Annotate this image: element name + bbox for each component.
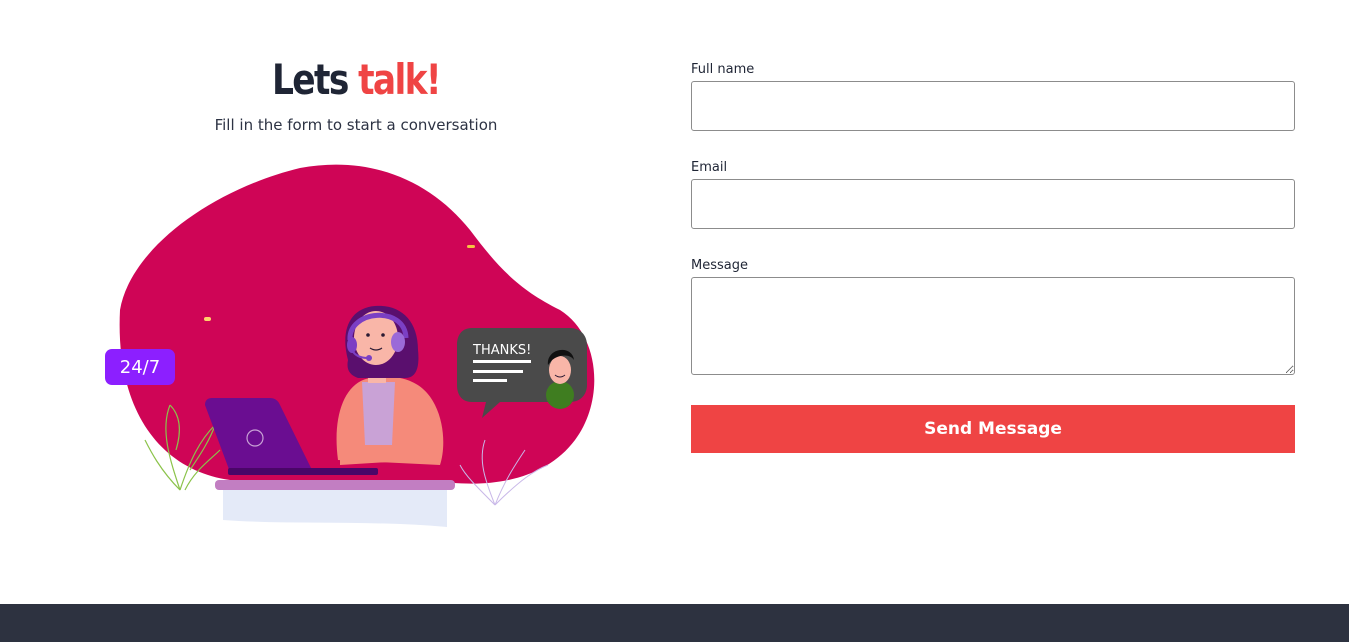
thanks-bubble-text: THANKS! (472, 343, 531, 358)
footer-bar (0, 604, 1349, 642)
agent-eye-left (366, 333, 370, 337)
desk-top (215, 480, 455, 490)
page-subtitle: Fill in the form to start a conversation (214, 116, 498, 134)
page-title: Lets talk! (64, 54, 648, 106)
agent-eye-right (381, 333, 385, 337)
laptop-base (228, 468, 378, 475)
message-label: Message (691, 258, 748, 273)
desk-front (223, 490, 447, 527)
customer-avatar-shoulders (546, 381, 574, 409)
message-textarea[interactable] (691, 277, 1295, 375)
decor-dot-orange (204, 317, 211, 321)
support-agent-illustration: 24/7 THANKS! (105, 164, 595, 527)
email-label: Email (691, 160, 728, 175)
decor-dot-yellow (467, 245, 475, 248)
badge-247-text: 24/7 (120, 357, 160, 378)
headset-mic-tip (366, 355, 372, 361)
agent-shirt (362, 382, 395, 445)
send-message-button[interactable]: Send Message (691, 405, 1295, 453)
email-input[interactable] (691, 179, 1295, 229)
contact-page: Lets talk! Fill in the form to start a c… (0, 0, 1349, 642)
bubble-line-2 (473, 370, 523, 373)
full-name-label: Full name (691, 62, 755, 77)
customer-avatar-face (549, 356, 571, 384)
headset-earcup (391, 332, 405, 352)
title-part-talk: talk! (358, 55, 442, 104)
contact-intro: Lets talk! Fill in the form to start a c… (0, 0, 712, 604)
full-name-input[interactable] (691, 81, 1295, 131)
bubble-line-3 (473, 379, 507, 382)
bubble-line-1 (473, 360, 531, 363)
title-part-lets: Lets (272, 55, 359, 104)
